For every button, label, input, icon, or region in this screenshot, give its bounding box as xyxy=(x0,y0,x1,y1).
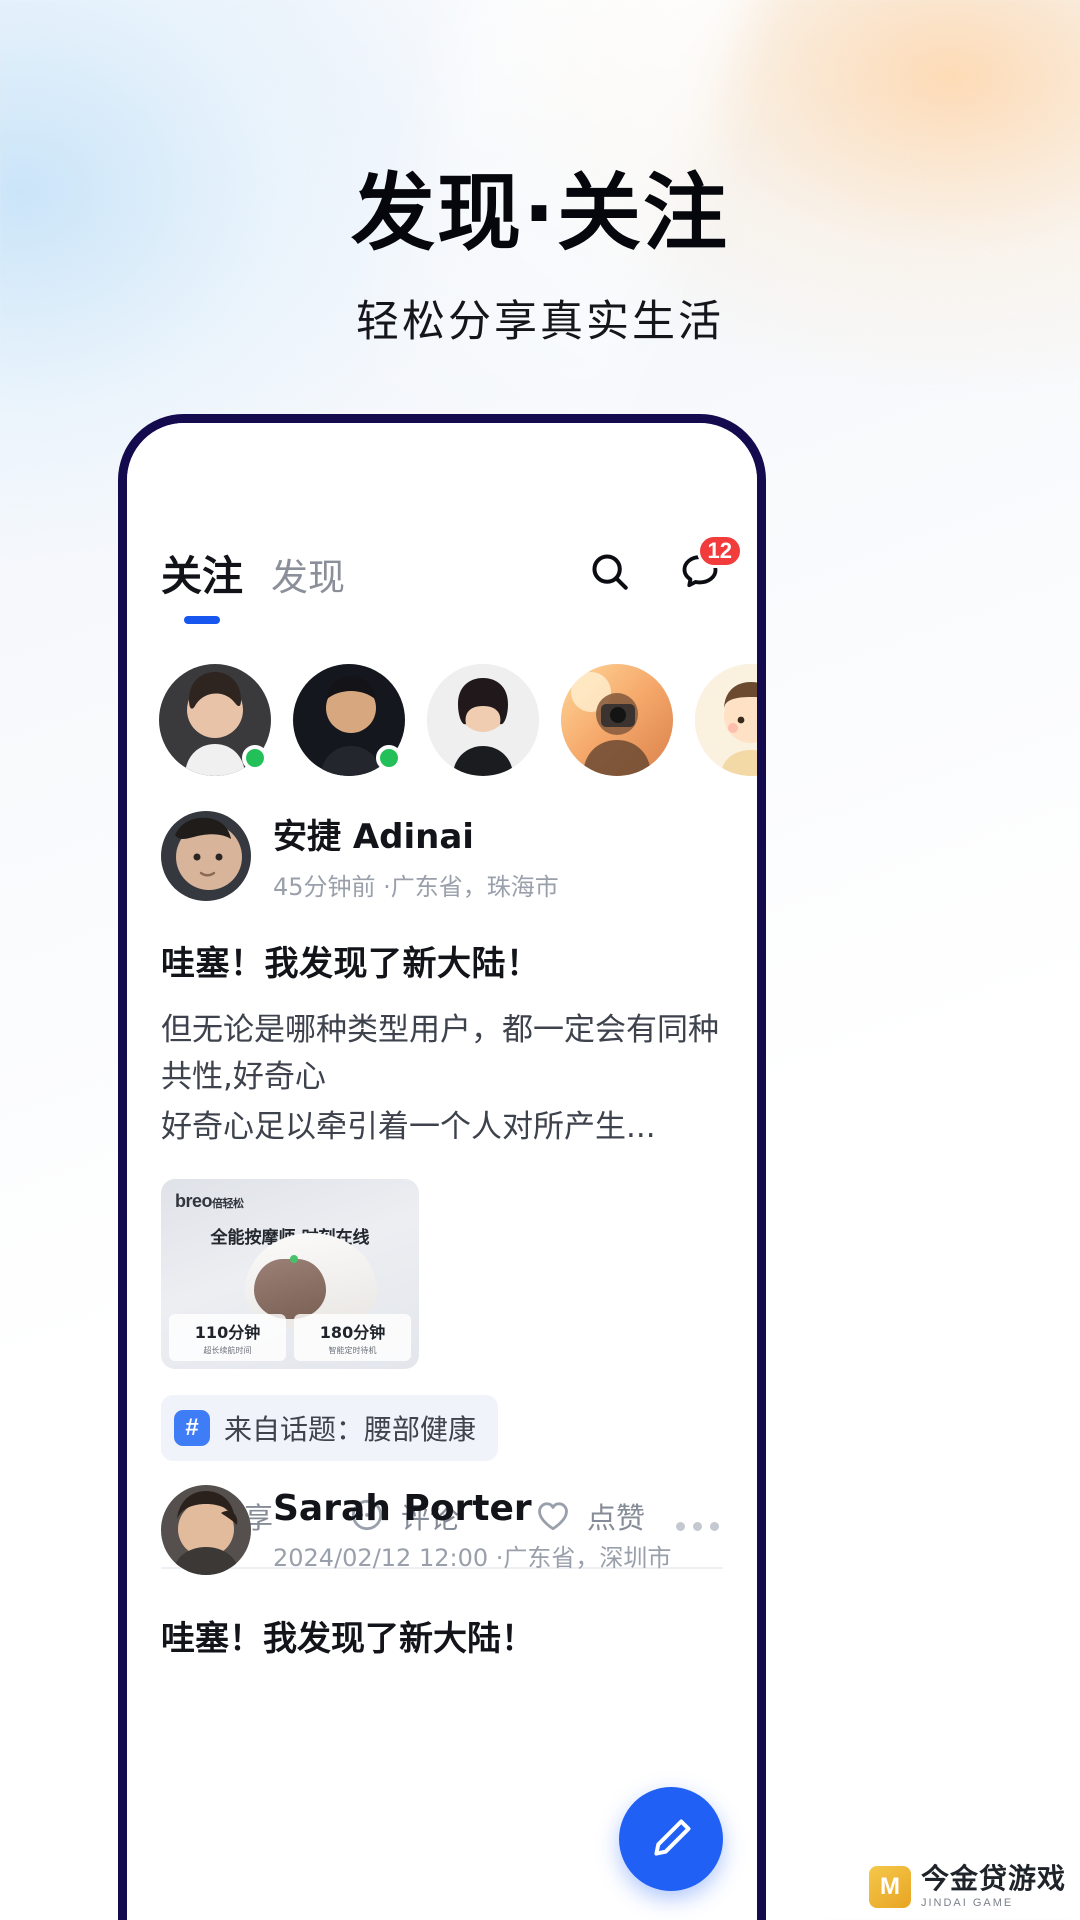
post-header[interactable]: Sarah Porter 2024/02/12 12:00 ·广东省，深圳市 xyxy=(161,1485,723,1575)
online-indicator xyxy=(376,745,402,771)
avatar-illustration xyxy=(695,664,757,776)
compose-button[interactable] xyxy=(619,1787,723,1891)
post-card: Sarah Porter 2024/02/12 12:00 ·广东省，深圳市 哇… xyxy=(127,1459,757,1660)
post-body-line-2: 好奇心足以牵引着一个人对所产生... xyxy=(161,1109,656,1145)
online-indicator xyxy=(242,745,268,771)
post-card: 安捷 Adinai 45分钟前 ·广东省，珠海市 哇塞！我发现了新大陆！ 但无论… xyxy=(127,809,757,1569)
watermark-logo-icon: M xyxy=(868,1865,911,1908)
spec-value: 110分钟 xyxy=(194,1322,261,1342)
product-spec-chip: 180分钟 智能定时待机 xyxy=(294,1313,411,1361)
product-brand-latin: breo xyxy=(175,1190,213,1211)
tab-discover[interactable]: 发现 xyxy=(271,547,345,601)
message-badge: 12 xyxy=(696,534,743,568)
avatar-illustration xyxy=(427,664,539,776)
tab-discover-label: 发现 xyxy=(271,556,345,599)
compose-icon xyxy=(654,1819,691,1856)
spec-caption: 智能定时待机 xyxy=(328,1345,377,1355)
page-title: 发现·关注 xyxy=(351,164,729,262)
topic-label: 来自话题：腰部健康 xyxy=(224,1412,477,1446)
watermark-subtitle: JINDAI GAME xyxy=(920,1897,1014,1910)
avatar-illustration xyxy=(561,664,673,776)
post-meta: 2024/02/12 12:00 ·广东省，深圳市 xyxy=(273,1543,672,1572)
spec-caption: 超长续航时间 xyxy=(203,1345,252,1355)
avatar[interactable] xyxy=(161,810,251,901)
product-spec-row: 110分钟 超长续航时间 180分钟 智能定时待机 xyxy=(169,1313,411,1361)
post-body-line-1: 但无论是哪种类型用户，都一定会有同种共性,好奇心 xyxy=(161,1012,719,1095)
tab-active-indicator xyxy=(184,616,220,624)
product-brand-cn: 倍轻松 xyxy=(212,1197,244,1210)
post-meta: 45分钟前 ·广东省，珠海市 xyxy=(273,873,559,901)
story-avatar xyxy=(427,664,539,776)
app-header: 关注 发现 12 xyxy=(127,527,757,624)
hash-icon: # xyxy=(174,1409,210,1446)
post-author: Sarah Porter xyxy=(273,1487,532,1529)
watermark-texts: 今金贷游戏 JINDAI GAME xyxy=(920,1862,1066,1910)
header-actions: 12 xyxy=(587,534,743,595)
post-author: 安捷 Adinai xyxy=(273,817,474,857)
product-cushion-shape xyxy=(254,1258,326,1319)
avatar[interactable] xyxy=(161,1485,251,1575)
story-item[interactable] xyxy=(561,664,673,776)
watermark-title: 今金贷游戏 xyxy=(920,1862,1066,1896)
page-subtitle: 轻松分享真实生活 xyxy=(356,296,724,347)
spec-value: 180分钟 xyxy=(319,1322,386,1342)
avatar-illustration xyxy=(161,1485,251,1575)
product-brand: breo倍轻松 xyxy=(175,1191,244,1212)
story-item[interactable] xyxy=(159,664,271,776)
product-led-icon xyxy=(290,1254,298,1263)
tab-following-label: 关注 xyxy=(161,552,243,600)
post-title: 哇塞！我发现了新大陆！ xyxy=(161,944,541,984)
post-image[interactable]: breo倍轻松 全能按摩师 时刻在线 110分钟 超长续航时间 180分钟 智能… xyxy=(161,1178,419,1369)
watermark: M 今金贷游戏 JINDAI GAME xyxy=(868,1862,1066,1910)
hero-section: 发现·关注 轻松分享真实生活 xyxy=(0,168,1080,349)
story-item[interactable] xyxy=(427,664,539,776)
story-item[interactable] xyxy=(695,664,757,776)
tab-following[interactable]: 关注 xyxy=(161,542,243,624)
post-header[interactable]: 安捷 Adinai 45分钟前 ·广东省，珠海市 xyxy=(161,809,723,902)
phone-mockup: 关注 发现 12 安捷 Adinai 45分钟前 ·广东省，珠海市 哇塞！我发现… xyxy=(118,414,766,1920)
product-spec-chip: 110分钟 超长续航时间 xyxy=(169,1313,286,1361)
messages-button[interactable]: 12 xyxy=(677,534,743,595)
topic-chip[interactable]: # 来自话题：腰部健康 xyxy=(161,1394,499,1461)
story-item[interactable] xyxy=(293,664,405,776)
story-avatar xyxy=(561,664,673,776)
avatar-illustration xyxy=(161,810,251,901)
app-screen: 关注 发现 12 安捷 Adinai 45分钟前 ·广东省，珠海市 哇塞！我发现… xyxy=(127,423,757,1920)
search-button[interactable] xyxy=(587,549,633,595)
tab-bar: 关注 发现 xyxy=(161,542,345,624)
story-avatar xyxy=(695,664,757,776)
stories-row[interactable] xyxy=(127,655,757,785)
post-title: 哇塞！我发现了新大陆！ xyxy=(161,1619,535,1659)
search-icon xyxy=(592,554,628,590)
